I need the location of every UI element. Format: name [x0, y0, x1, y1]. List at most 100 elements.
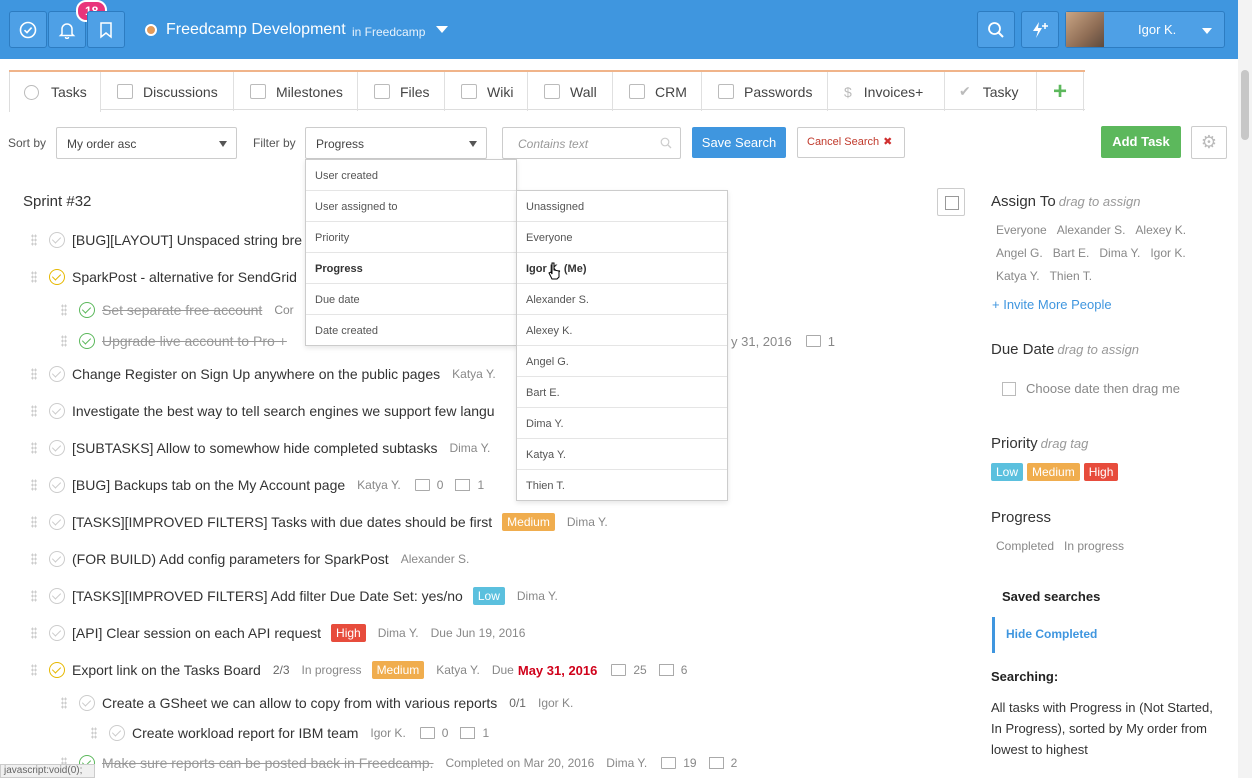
task-title[interactable]: SparkPost - alternative for SendGrid	[72, 269, 297, 285]
tab-wall[interactable]: Wall	[528, 72, 613, 111]
check-circle-icon[interactable]	[49, 662, 65, 678]
subtask-row[interactable]: Create workload report for IBM team Igor…	[91, 722, 489, 744]
tab-discussions[interactable]: Discussions	[101, 72, 234, 111]
drag-handle-icon[interactable]	[31, 479, 37, 491]
user-option[interactable]: Angel G.	[517, 346, 727, 377]
progress-chip[interactable]: Completed	[996, 535, 1054, 558]
task-row[interactable]: Investigate the best way to tell search …	[31, 400, 495, 422]
project-title[interactable]: Freedcamp Development	[166, 21, 346, 39]
check-circle-icon[interactable]	[49, 477, 65, 493]
search-button[interactable]	[977, 11, 1015, 48]
tab-crm[interactable]: CRM	[613, 72, 702, 111]
tasks-check-button[interactable]	[9, 11, 47, 48]
due-date-picker[interactable]: Choose date then drag me	[1002, 381, 1180, 396]
filter-option-user-assigned[interactable]: User assigned to	[306, 191, 516, 222]
tab-tasky[interactable]: ✔ Tasky	[945, 72, 1037, 111]
task-row[interactable]: [TASKS][IMPROVED FILTERS] Tasks with due…	[31, 511, 608, 533]
drag-handle-icon[interactable]	[31, 234, 37, 246]
drag-handle-icon[interactable]	[31, 442, 37, 454]
check-circle-icon[interactable]	[79, 333, 95, 349]
task-title[interactable]: Create workload report for IBM team	[132, 725, 358, 741]
user-menu[interactable]: Igor K.	[1065, 11, 1225, 48]
tab-invoices[interactable]: $ Invoices+	[828, 72, 945, 111]
check-circle-icon[interactable]	[79, 302, 95, 318]
user-option[interactable]: Katya Y.	[517, 439, 727, 470]
task-title[interactable]: Export link on the Tasks Board	[72, 662, 261, 678]
check-circle-icon[interactable]	[49, 366, 65, 382]
check-circle-icon[interactable]	[49, 551, 65, 567]
user-option[interactable]: Bart E.	[517, 377, 727, 408]
task-row[interactable]: [BUG] Backups tab on the My Account page…	[31, 474, 484, 496]
cancel-search-button[interactable]: Cancel Search ✖	[797, 127, 905, 158]
check-circle-icon[interactable]	[109, 725, 125, 741]
invite-people-link[interactable]: + Invite More People	[992, 297, 1112, 312]
task-title[interactable]: Create a GSheet we can allow to copy fro…	[102, 695, 497, 711]
filter-option-progress[interactable]: Progress	[306, 253, 516, 284]
person-chip[interactable]: Thien T.	[1050, 265, 1092, 288]
check-circle-icon[interactable]	[49, 588, 65, 604]
task-row[interactable]: [BUG][LAYOUT] Unspaced string bre	[31, 229, 302, 251]
filter-option-due-date[interactable]: Due date	[306, 284, 516, 315]
check-circle-icon[interactable]	[49, 232, 65, 248]
check-circle-icon[interactable]	[49, 514, 65, 530]
task-title[interactable]: [SUBTASKS] Allow to somewhow hide comple…	[72, 440, 437, 456]
task-row[interactable]: (FOR BUILD) Add config parameters for Sp…	[31, 548, 469, 570]
check-circle-icon[interactable]	[49, 269, 65, 285]
subtask-row[interactable]: Set separate free account Cor	[61, 299, 294, 321]
drag-handle-icon[interactable]	[61, 304, 67, 316]
settings-button[interactable]: ⚙	[1191, 126, 1227, 159]
tab-tasks[interactable]: Tasks	[9, 72, 101, 112]
drag-handle-icon[interactable]	[31, 590, 37, 602]
priority-tag-high[interactable]: High	[1083, 463, 1119, 481]
save-search-button[interactable]: Save Search	[692, 127, 786, 158]
user-option[interactable]: Everyone	[517, 222, 727, 253]
task-title[interactable]: [BUG] Backups tab on the My Account page	[72, 477, 345, 493]
check-circle-icon[interactable]	[49, 440, 65, 456]
filter-option-date-created[interactable]: Date created	[306, 315, 516, 346]
person-chip[interactable]: Alexey K.	[1135, 219, 1186, 242]
drag-handle-icon[interactable]	[61, 697, 67, 709]
task-row[interactable]: [API] Clear session on each API request …	[31, 622, 525, 644]
user-option[interactable]: Alexander S.	[517, 284, 727, 315]
drag-handle-icon[interactable]	[91, 727, 97, 739]
user-option[interactable]: Dima Y.	[517, 408, 727, 439]
filter-select[interactable]: Progress	[305, 127, 487, 159]
bookmark-button[interactable]	[87, 11, 125, 48]
task-row[interactable]: [TASKS][IMPROVED FILTERS] Add filter Due…	[31, 585, 558, 607]
task-title[interactable]: [TASKS][IMPROVED FILTERS] Add filter Due…	[72, 588, 463, 604]
task-row[interactable]: [SUBTASKS] Allow to somewhow hide comple…	[31, 437, 490, 459]
user-option[interactable]: Alexey K.	[517, 315, 727, 346]
user-option[interactable]: Unassigned	[517, 191, 727, 222]
priority-tag-medium[interactable]: Medium	[1027, 463, 1080, 481]
filter-option-user-created[interactable]: User created	[306, 160, 516, 191]
person-chip[interactable]: Everyone	[996, 219, 1047, 242]
task-title[interactable]: [TASKS][IMPROVED FILTERS] Tasks with due…	[72, 514, 492, 530]
drag-handle-icon[interactable]	[31, 664, 37, 676]
check-circle-icon[interactable]	[79, 695, 95, 711]
check-circle-icon[interactable]	[49, 403, 65, 419]
drag-handle-icon[interactable]	[31, 553, 37, 565]
drag-handle-icon[interactable]	[31, 627, 37, 639]
priority-tag-low[interactable]: Low	[991, 463, 1024, 481]
progress-chip[interactable]: In progress	[1064, 535, 1124, 558]
task-title[interactable]: Change Register on Sign Up anywhere on t…	[72, 366, 440, 382]
person-chip[interactable]: Angel G.	[996, 242, 1043, 265]
drag-handle-icon[interactable]	[31, 405, 37, 417]
task-title[interactable]: Set separate free account	[102, 302, 262, 318]
tab-files[interactable]: Files	[358, 72, 445, 111]
user-option[interactable]: Thien T.	[517, 470, 727, 501]
tab-passwords[interactable]: Passwords	[702, 72, 828, 111]
drag-handle-icon[interactable]	[61, 335, 67, 347]
task-title[interactable]: [API] Clear session on each API request	[72, 625, 321, 641]
task-row[interactable]: Export link on the Tasks Board 2/3 In pr…	[31, 659, 687, 681]
task-row[interactable]: SparkPost - alternative for SendGrid	[31, 266, 297, 288]
task-title[interactable]: [BUG][LAYOUT] Unspaced string bre	[72, 232, 302, 248]
person-chip[interactable]: Bart E.	[1053, 242, 1090, 265]
scrollbar-thumb[interactable]	[1241, 70, 1249, 140]
person-chip[interactable]: Igor K.	[1150, 242, 1185, 265]
drag-handle-icon[interactable]	[31, 516, 37, 528]
drag-handle-icon[interactable]	[31, 271, 37, 283]
subtask-row[interactable]: Make sure reports can be posted back in …	[61, 752, 737, 774]
task-row[interactable]: Change Register on Sign Up anywhere on t…	[31, 363, 496, 385]
task-title[interactable]: Make sure reports can be posted back in …	[102, 755, 434, 771]
